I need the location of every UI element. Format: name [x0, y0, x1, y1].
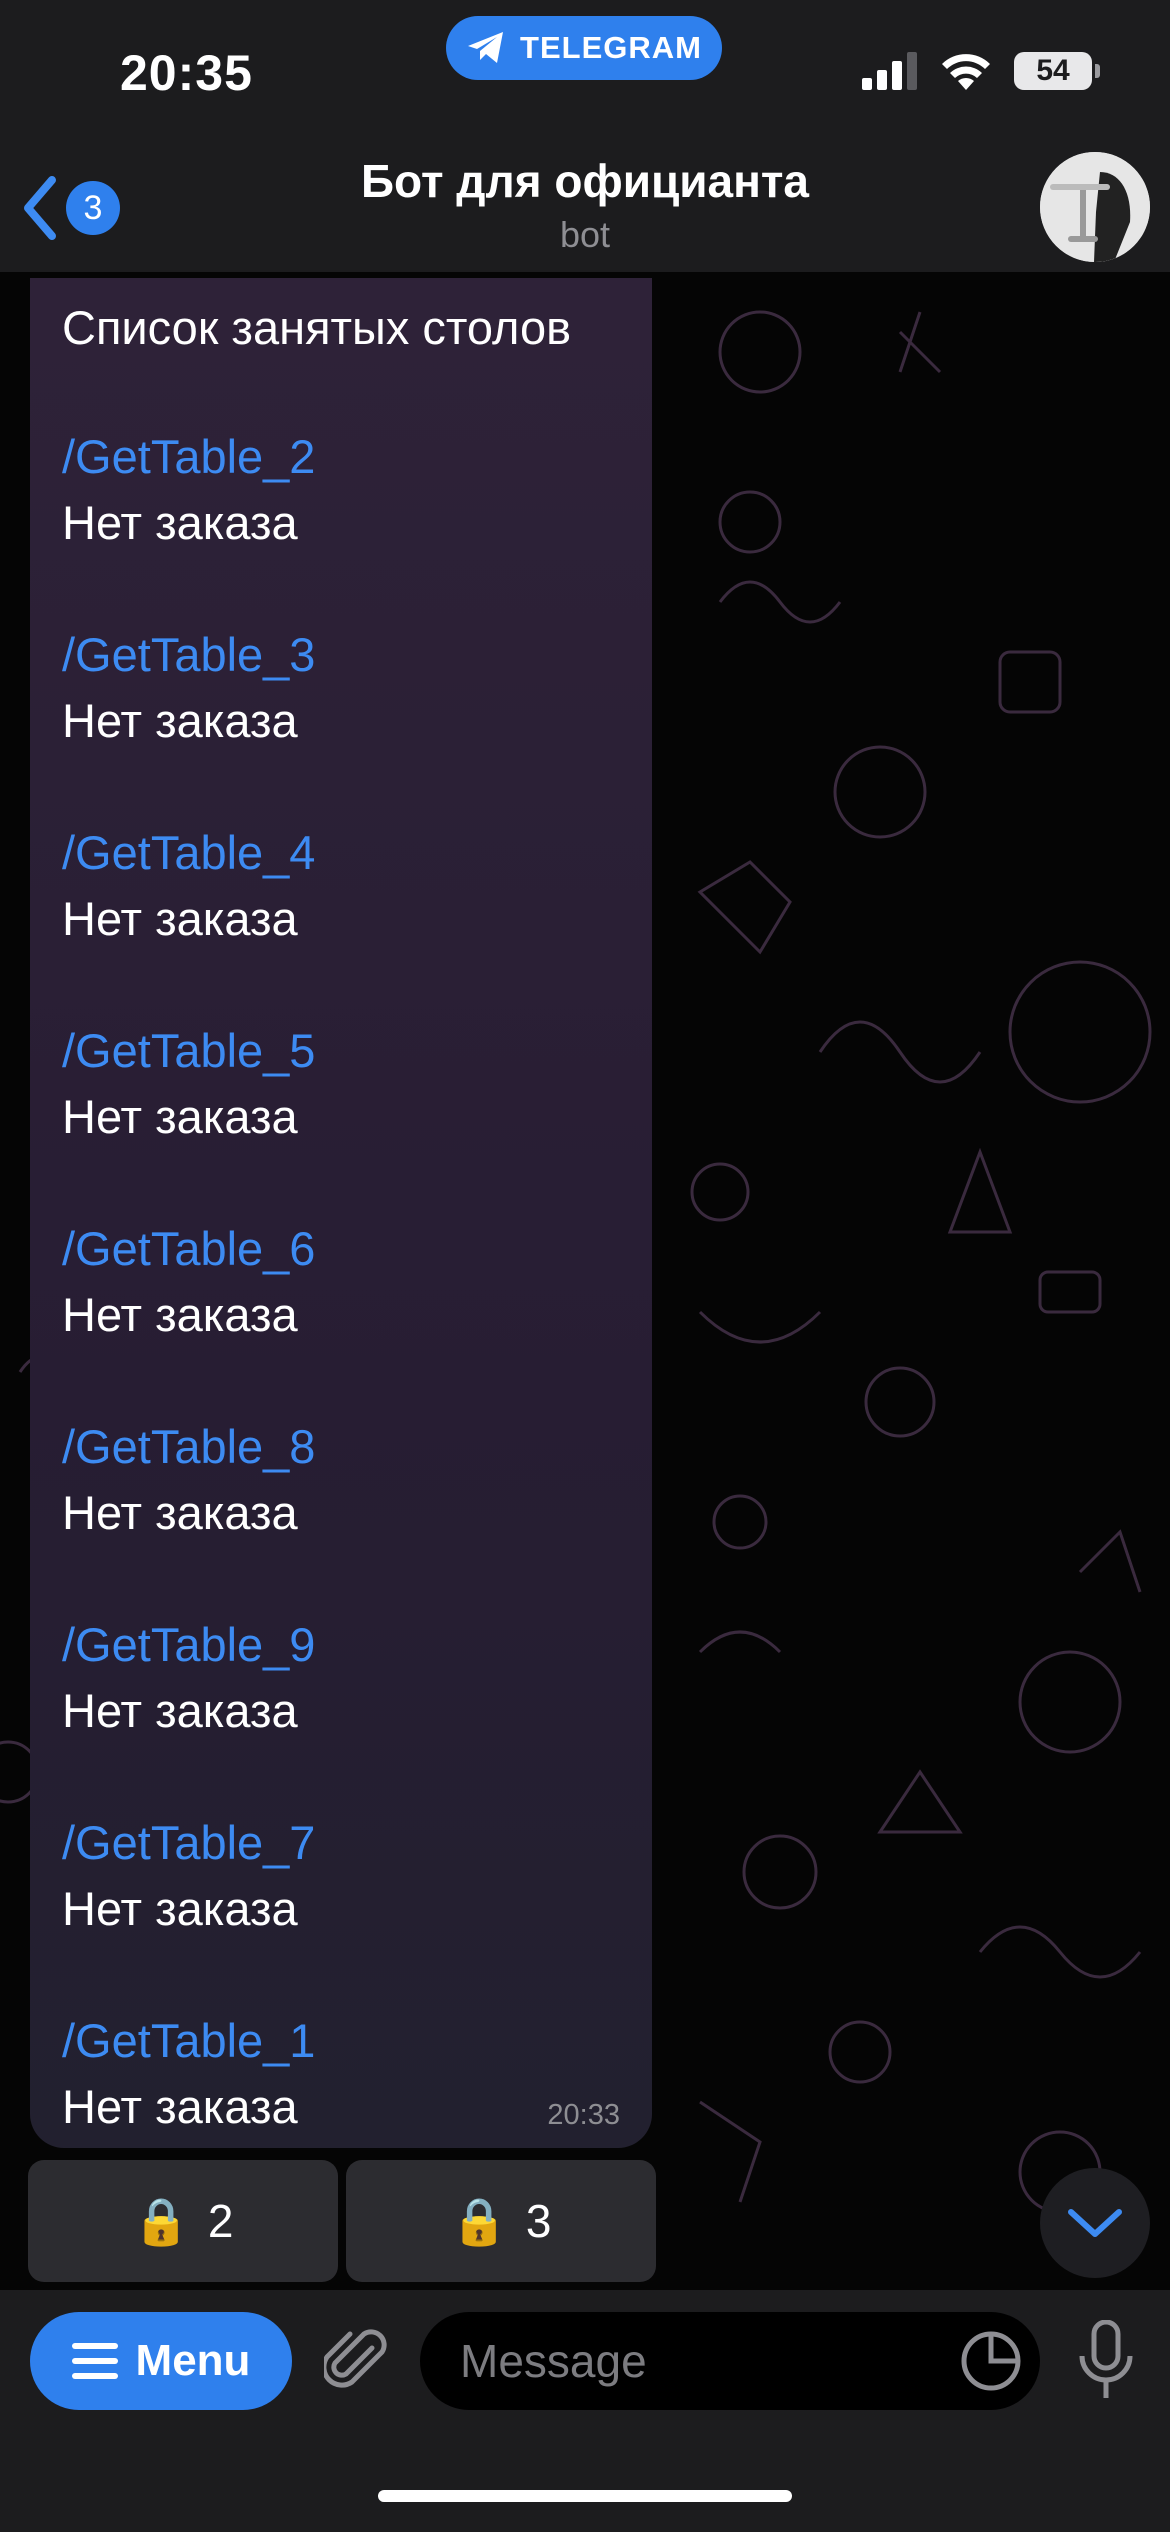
command-link[interactable]: /GetTable_1 — [62, 2008, 315, 2074]
lock-icon: 🔒 — [450, 2194, 508, 2247]
command-link[interactable]: /GetTable_5 — [62, 1018, 315, 1084]
avatar[interactable] — [1040, 152, 1150, 262]
order-status: Нет заказа — [62, 496, 298, 549]
reply-keyboard: 🔒 2 🔒 3 — [28, 2160, 656, 2282]
sticker-icon[interactable] — [960, 2330, 1022, 2392]
menu-label: Menu — [135, 2336, 251, 2385]
keyboard-button-table-2[interactable]: 🔒 2 — [28, 2160, 338, 2282]
home-indicator — [378, 2490, 792, 2502]
message-input[interactable] — [420, 2312, 1040, 2410]
banner-label: TELEGRAM — [520, 30, 702, 65]
list-item: /GetTable_6 Нет заказа — [62, 1216, 315, 1348]
chevron-down-icon — [1068, 2209, 1122, 2237]
message-heading: Список занятых столов — [62, 301, 572, 354]
attach-icon[interactable] — [324, 2328, 388, 2396]
order-status: Нет заказа — [62, 1486, 298, 1539]
command-link[interactable]: /GetTable_6 — [62, 1216, 315, 1282]
order-status: Нет заказа — [62, 1090, 298, 1143]
menu-button[interactable]: Menu — [30, 2312, 292, 2410]
top-bar: 20:35 TELEGRAM 54 3 Бот для официанта bo… — [0, 0, 1170, 272]
chat-subtitle: bot — [559, 214, 611, 255]
wifi-icon — [942, 54, 990, 90]
status-time: 20:35 — [120, 45, 253, 101]
list-item: /GetTable_9 Нет заказа — [62, 1612, 315, 1744]
bot-avatar-icon — [1040, 152, 1150, 262]
command-link[interactable]: /GetTable_2 — [62, 424, 315, 490]
battery-icon: 54 — [1014, 52, 1100, 90]
telegram-banner[interactable]: TELEGRAM — [446, 16, 722, 80]
signal-icon — [862, 52, 917, 90]
list-item: /GetTable_2 Нет заказа — [62, 424, 315, 556]
command-link[interactable]: /GetTable_3 — [62, 622, 315, 688]
order-status: Нет заказа — [62, 1288, 298, 1341]
order-status: Нет заказа — [62, 1882, 298, 1935]
keyboard-button-label: 3 — [525, 2195, 552, 2247]
order-status: Нет заказа — [62, 892, 298, 945]
microphone-icon[interactable] — [1078, 2320, 1134, 2402]
chat-area[interactable]: Список занятых столов /GetTable_2 Нет за… — [0, 272, 1170, 2290]
message-time: 20:33 — [547, 2099, 620, 2131]
hamburger-icon — [71, 2343, 118, 2379]
paper-plane-icon — [468, 32, 504, 63]
order-status: Нет заказа — [62, 2080, 298, 2133]
message-bubble[interactable]: Список занятых столов /GetTable_2 Нет за… — [30, 278, 652, 2148]
scroll-down-button[interactable] — [1040, 2168, 1150, 2278]
list-item: /GetTable_4 Нет заказа — [62, 820, 315, 952]
keyboard-button-table-3[interactable]: 🔒 3 — [346, 2160, 656, 2282]
order-status: Нет заказа — [62, 1684, 298, 1737]
command-link[interactable]: /GetTable_8 — [62, 1414, 315, 1480]
chat-title: Бот для официанта — [360, 155, 810, 207]
list-item: /GetTable_7 Нет заказа — [62, 1810, 315, 1942]
command-link[interactable]: /GetTable_4 — [62, 820, 315, 886]
list-item: /GetTable_8 Нет заказа — [62, 1414, 315, 1546]
keyboard-button-label: 2 — [207, 2195, 234, 2247]
lock-icon: 🔒 — [132, 2194, 190, 2247]
list-item: /GetTable_5 Нет заказа — [62, 1018, 315, 1150]
order-status: Нет заказа — [62, 694, 298, 747]
list-item: /GetTable_3 Нет заказа — [62, 622, 315, 754]
command-link[interactable]: /GetTable_9 — [62, 1612, 315, 1678]
status-icons: 54 — [862, 52, 1100, 90]
list-item: /GetTable_1 Нет заказа — [62, 2008, 315, 2140]
command-link[interactable]: /GetTable_7 — [62, 1810, 315, 1876]
